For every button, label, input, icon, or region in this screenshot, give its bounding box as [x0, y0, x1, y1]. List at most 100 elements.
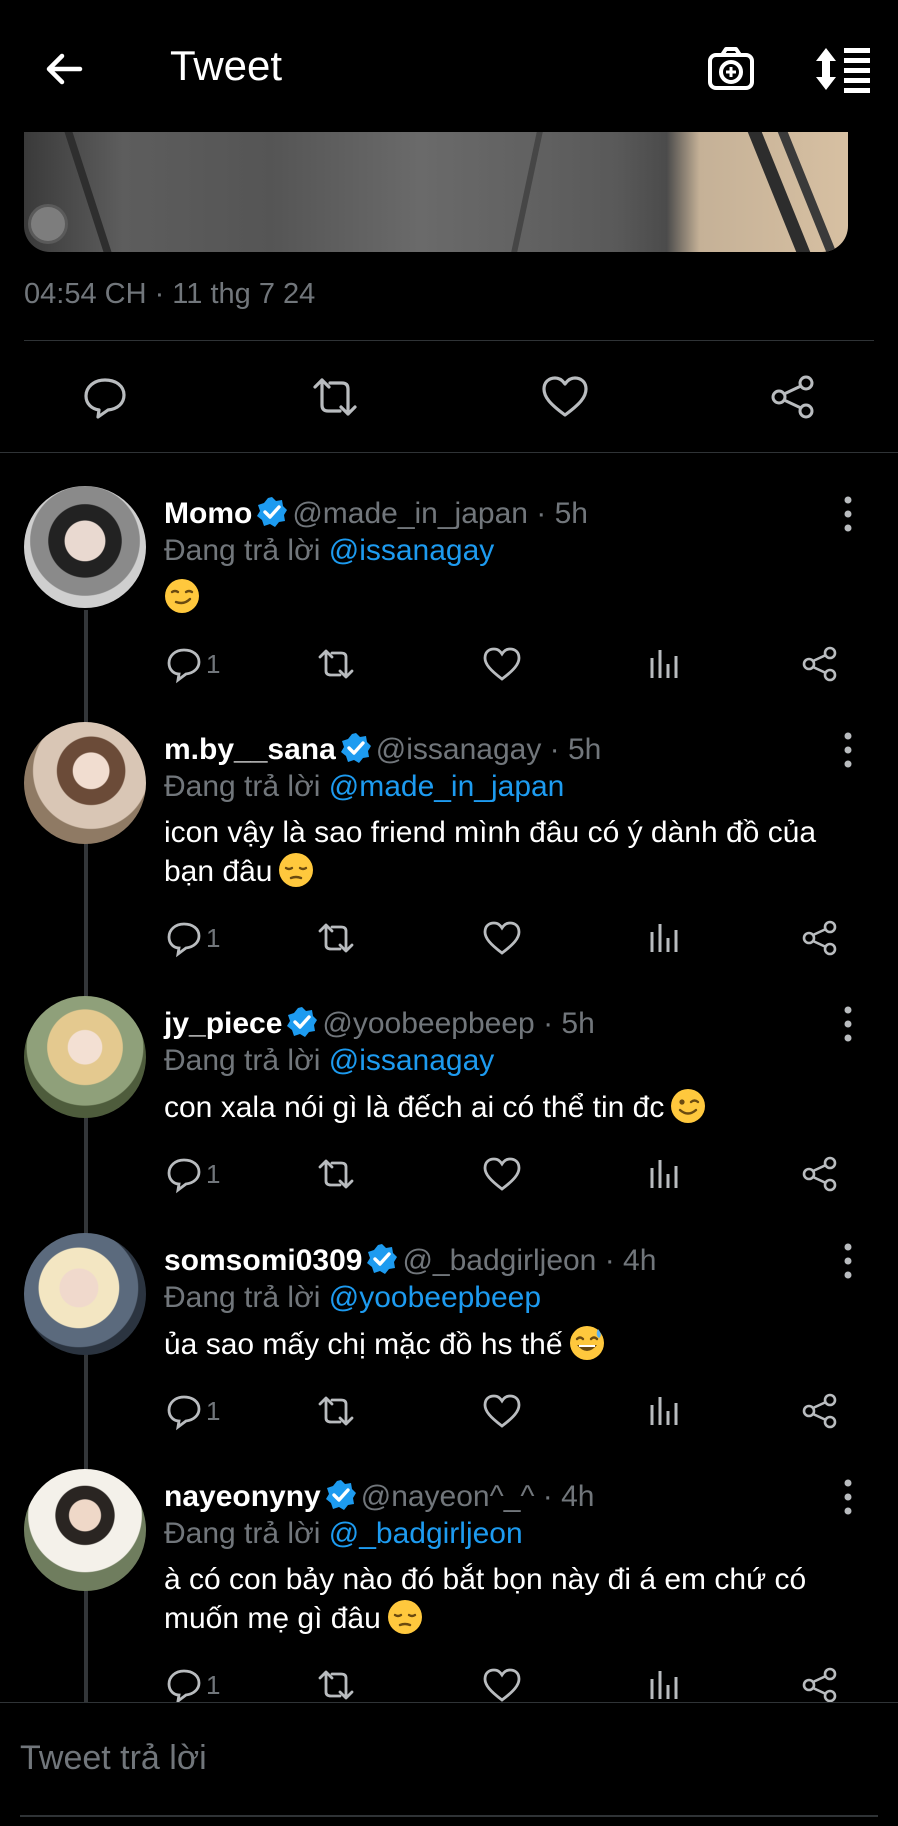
reply-button[interactable]: 1: [164, 1663, 220, 1707]
like-button[interactable]: [482, 1663, 522, 1707]
avatar[interactable]: [24, 1233, 146, 1355]
more-options-icon[interactable]: [836, 730, 860, 770]
retweet-icon[interactable]: [310, 372, 360, 422]
more-options-icon[interactable]: [836, 1241, 860, 1281]
analytics-button[interactable]: [644, 642, 684, 686]
reply-icon: [167, 922, 201, 958]
analytics-icon: [650, 1671, 678, 1699]
mention-link[interactable]: @made_in_japan: [329, 770, 565, 803]
mention-link[interactable]: @issanagay: [329, 1044, 495, 1077]
analytics-button[interactable]: [644, 1389, 684, 1433]
replying-prefix: Đang trả lời: [164, 770, 321, 803]
display-name[interactable]: somsomi0309: [164, 1244, 362, 1277]
reply-input[interactable]: Tweet trả lời: [20, 1739, 207, 1778]
arrow-left-icon[interactable]: [40, 44, 90, 94]
like-button[interactable]: [482, 1389, 522, 1433]
share-icon[interactable]: [768, 372, 818, 422]
retweet-icon: [318, 923, 354, 953]
mention-link[interactable]: @yoobeepbeep: [329, 1281, 541, 1314]
handle[interactable]: @yoobeepbeep: [322, 1007, 534, 1040]
display-name[interactable]: m.by__sana: [164, 733, 336, 766]
reply-action-bar: 1: [164, 1152, 864, 1196]
analytics-button[interactable]: [644, 916, 684, 960]
reply-item[interactable]: somsomi0309 @_badgirljeon · 4h Đang trả l…: [0, 1233, 898, 1433]
like-button[interactable]: [482, 1152, 522, 1196]
reply-item[interactable]: m.by__sana @issanagay · 5h Đang trả lời @…: [0, 722, 898, 958]
page-title: Tweet: [170, 42, 283, 89]
reply-button[interactable]: 1: [164, 1152, 220, 1196]
reply-icon: [167, 1158, 201, 1194]
top-bar: Tweet: [0, 0, 898, 132]
reply-header: nayeonyny @nayeon^_^ · 4h: [164, 1479, 595, 1514]
display-name[interactable]: Momo: [164, 497, 252, 530]
retweet-button[interactable]: [316, 1663, 356, 1707]
mention-link[interactable]: @_badgirljeon: [329, 1517, 523, 1550]
wink-emoji-icon: [671, 1089, 706, 1123]
like-icon[interactable]: [540, 372, 590, 422]
avatar[interactable]: [24, 1469, 146, 1591]
camera-plus-icon[interactable]: [706, 44, 756, 94]
display-name[interactable]: nayeonyny: [164, 1480, 321, 1513]
handle[interactable]: @issanagay: [376, 733, 542, 766]
reply-text: icon vậy là sao friend mình đâu có ý dàn…: [164, 814, 864, 891]
analytics-button[interactable]: [644, 1152, 684, 1196]
like-icon: [483, 1668, 521, 1702]
share-button[interactable]: [800, 642, 840, 686]
retweet-button[interactable]: [316, 1152, 356, 1196]
reply-time: · 4h: [542, 1480, 595, 1513]
retweet-button[interactable]: [316, 916, 356, 960]
analytics-icon: [650, 1397, 678, 1425]
reply-button[interactable]: 1: [164, 642, 220, 686]
smirk-emoji-icon: [165, 579, 199, 613]
like-button[interactable]: [482, 642, 522, 686]
avatar[interactable]: [24, 486, 146, 608]
sort-icon[interactable]: [812, 44, 874, 94]
analytics-button[interactable]: [644, 1663, 684, 1707]
more-options-icon[interactable]: [836, 1004, 860, 1044]
share-icon: [802, 920, 837, 956]
replying-to: Đang trả lời @yoobeepbeep: [164, 1281, 541, 1315]
reply-item[interactable]: Momo @made_in_japan · 5h Đang trả lời @is…: [0, 486, 898, 726]
like-button[interactable]: [482, 916, 522, 960]
reply-item[interactable]: jy_piece @yoobeepbeep · 5h Đang trả lời @…: [0, 996, 898, 1196]
reply-time: · 5h: [543, 1007, 595, 1040]
reply-header: somsomi0309 @_badgirljeon · 4h: [164, 1243, 656, 1278]
share-icon: [802, 1156, 837, 1192]
reply-action-bar: 1: [164, 1663, 864, 1707]
avatar[interactable]: [24, 996, 146, 1118]
sweat-smile-emoji-icon: [569, 1326, 604, 1360]
more-options-icon[interactable]: [836, 494, 860, 534]
share-button[interactable]: [800, 1389, 840, 1433]
retweet-icon: [318, 1159, 354, 1189]
analytics-icon: [650, 650, 678, 678]
reply-header: m.by__sana @issanagay · 5h: [164, 732, 601, 767]
share-button[interactable]: [800, 1152, 840, 1196]
replying-to: Đang trả lời @issanagay: [164, 534, 494, 568]
replying-to: Đang trả lời @made_in_japan: [164, 770, 564, 804]
reply-header: jy_piece @yoobeepbeep · 5h: [164, 1006, 595, 1041]
reply-icon: [167, 1669, 201, 1705]
retweet-button[interactable]: [316, 642, 356, 686]
replying-prefix: Đang trả lời: [164, 1044, 321, 1077]
reply-item[interactable]: nayeonyny @nayeon^_^ · 4h Đang trả lời @_…: [0, 1469, 898, 1705]
reply-text-content: con xala nói gì là đếch ai có thể tin đc: [164, 1091, 665, 1124]
handle[interactable]: @nayeon^_^: [361, 1480, 535, 1513]
handle[interactable]: @_badgirljeon: [402, 1244, 596, 1277]
reply-text-content: icon vậy là sao friend mình đâu có ý dàn…: [164, 816, 817, 888]
share-button[interactable]: [800, 916, 840, 960]
analytics-icon: [650, 924, 678, 952]
share-button[interactable]: [800, 1663, 840, 1707]
reply-count: 1: [206, 1669, 221, 1700]
mention-link[interactable]: @issanagay: [329, 534, 495, 567]
handle[interactable]: @made_in_japan: [292, 497, 528, 530]
reply-button[interactable]: 1: [164, 916, 220, 960]
avatar[interactable]: [24, 722, 146, 844]
reply-button[interactable]: 1: [164, 1389, 220, 1433]
retweet-button[interactable]: [316, 1389, 356, 1433]
display-name[interactable]: jy_piece: [164, 1007, 282, 1040]
more-options-icon[interactable]: [836, 1477, 860, 1517]
reply-icon[interactable]: [80, 372, 130, 422]
share-icon: [802, 1393, 837, 1429]
reply-composer[interactable]: Tweet trả lời: [0, 1702, 898, 1826]
tweet-media-image[interactable]: [24, 132, 848, 252]
